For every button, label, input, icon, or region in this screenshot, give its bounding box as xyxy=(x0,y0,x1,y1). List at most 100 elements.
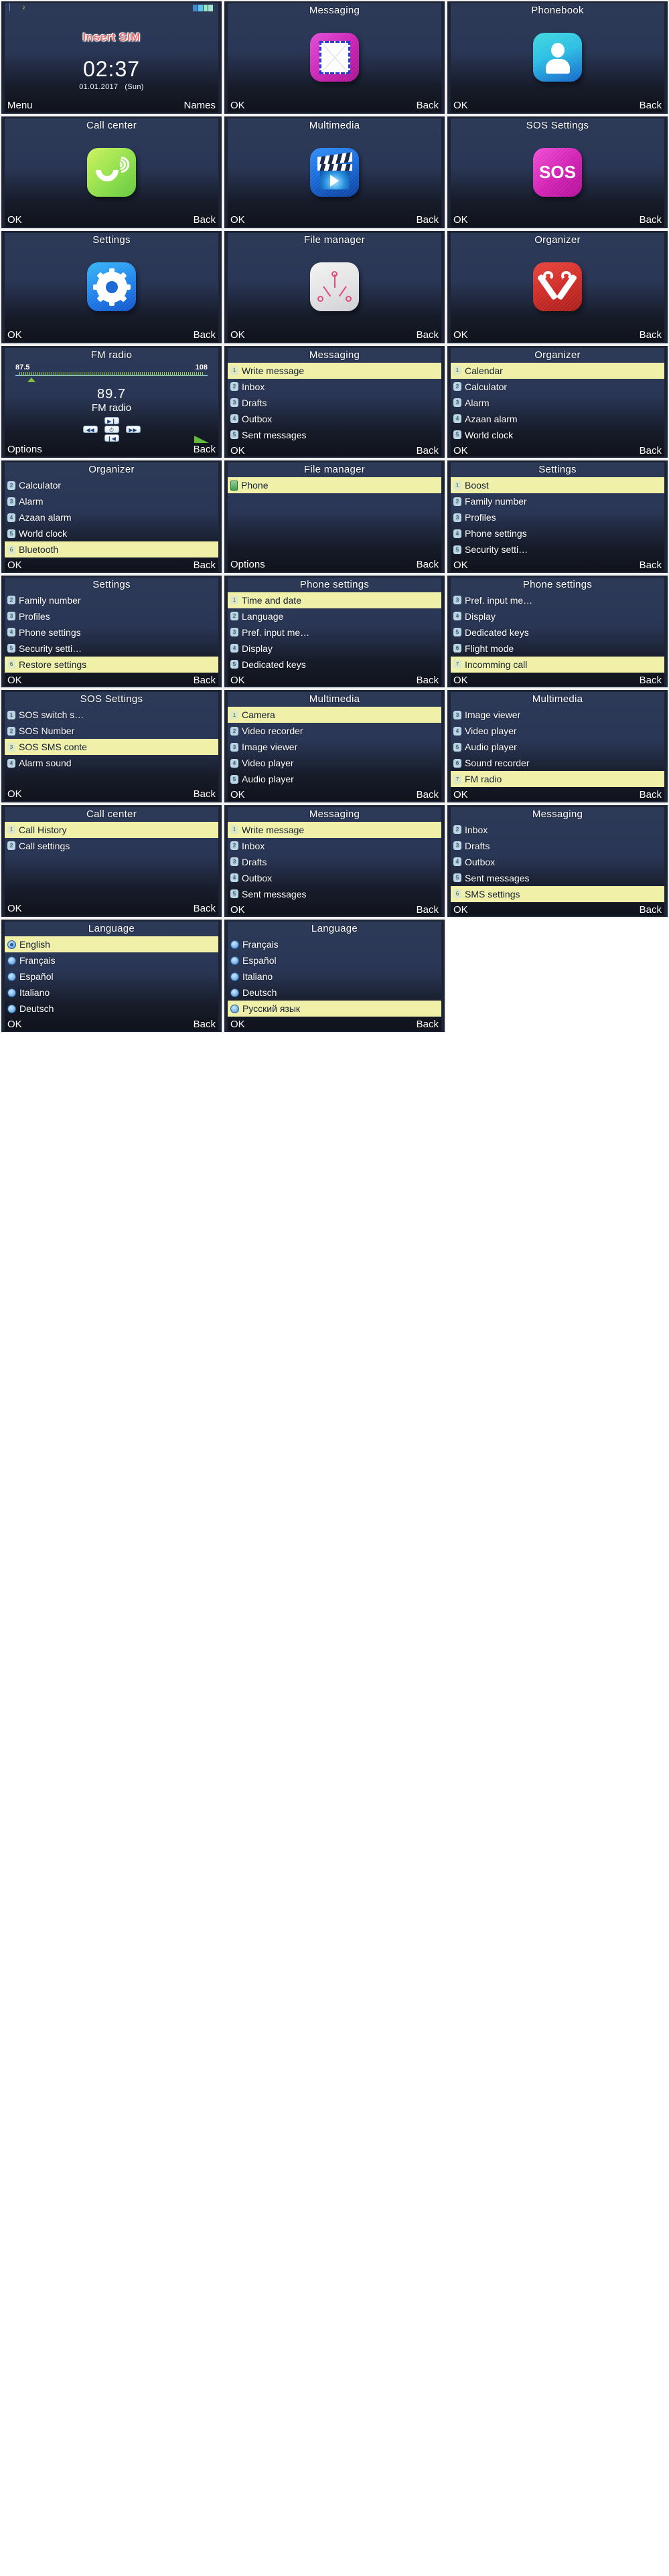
list-item[interactable]: 3 Drafts xyxy=(451,838,664,854)
list-item[interactable]: 6 Restore settings xyxy=(5,656,218,673)
left-softkey[interactable]: OK xyxy=(7,1019,22,1031)
left-softkey[interactable]: Options xyxy=(7,444,42,456)
list-item[interactable]: 4 Video player xyxy=(451,723,664,739)
list-item[interactable]: 3 Profiles xyxy=(5,608,218,624)
left-softkey[interactable]: OK xyxy=(230,445,245,457)
right-softkey[interactable]: Back xyxy=(417,214,439,226)
left-softkey[interactable]: OK xyxy=(453,214,468,226)
right-softkey[interactable]: Back xyxy=(640,904,662,916)
list-item[interactable]: 5 Audio player xyxy=(228,771,441,787)
list-item[interactable]: 4 Phone settings xyxy=(5,624,218,640)
list-item[interactable]: 5 Security setti… xyxy=(5,640,218,657)
list-item[interactable]: 7 Incomming call xyxy=(451,656,664,673)
list-item[interactable]: 3 Drafts xyxy=(228,395,441,411)
rewind-button[interactable]: ◀◀ xyxy=(82,425,98,433)
list-item[interactable]: 4 Display xyxy=(451,608,664,624)
list-item[interactable]: 3 SOS SMS conte xyxy=(5,739,218,755)
right-softkey[interactable]: Back xyxy=(640,789,662,801)
right-softkey[interactable]: Names xyxy=(183,100,216,112)
language-option[interactable]: English xyxy=(5,936,218,952)
list-item[interactable]: 5 World clock xyxy=(451,427,664,443)
fm-cursor[interactable] xyxy=(27,377,35,382)
play-pause-button[interactable]: ▶❙ xyxy=(104,416,119,424)
list-item[interactable]: 5 Dedicated keys xyxy=(451,624,664,640)
left-softkey[interactable]: OK xyxy=(453,100,468,112)
right-softkey[interactable]: Back xyxy=(640,214,662,226)
language-option[interactable]: Español xyxy=(5,968,218,984)
list-item[interactable]: 3 Image viewer xyxy=(228,739,441,755)
list-item[interactable]: 4 Azaan alarm xyxy=(451,411,664,427)
list-item[interactable]: 2 Inbox xyxy=(228,379,441,395)
right-softkey[interactable]: Back xyxy=(417,1019,439,1031)
left-softkey[interactable]: OK xyxy=(230,329,245,341)
radio-button[interactable] xyxy=(7,1004,16,1013)
left-softkey[interactable]: OK xyxy=(230,789,245,801)
list-item[interactable]: 5 World clock xyxy=(5,525,218,541)
list-item[interactable]: 4 Alarm sound xyxy=(5,755,218,771)
list-item[interactable]: Phone xyxy=(228,477,441,493)
left-softkey[interactable]: OK xyxy=(7,788,22,800)
language-option[interactable]: Español xyxy=(228,952,441,968)
language-option[interactable]: Deutsch xyxy=(228,984,441,1001)
list-item[interactable]: 2 Inbox xyxy=(228,838,441,854)
radio-button[interactable] xyxy=(7,956,16,965)
right-softkey[interactable]: Back xyxy=(417,789,439,801)
list-item[interactable]: 3 Drafts xyxy=(228,854,441,870)
list-item[interactable]: 4 Video player xyxy=(228,755,441,771)
list-item[interactable]: 3 Pref. input me… xyxy=(228,624,441,640)
right-softkey[interactable]: Back xyxy=(640,675,662,687)
right-softkey[interactable]: Back xyxy=(194,329,216,341)
fm-tuning-bar[interactable] xyxy=(15,371,208,382)
list-item[interactable]: 4 Display xyxy=(228,640,441,657)
list-item[interactable]: 1 Camera xyxy=(228,707,441,723)
list-item[interactable]: 1 Write message xyxy=(228,821,441,838)
left-softkey[interactable]: OK xyxy=(230,675,245,687)
list-item[interactable]: 6 Bluetooth xyxy=(5,541,218,557)
radio-button[interactable] xyxy=(230,1004,239,1013)
list-item[interactable]: 4 Outbox xyxy=(451,854,664,870)
list-item[interactable]: 3 Profiles xyxy=(451,509,664,525)
list-item[interactable]: 4 Phone settings xyxy=(451,525,664,541)
left-softkey[interactable]: OK xyxy=(230,1019,245,1031)
list-item[interactable]: 6 SMS settings xyxy=(451,885,664,902)
left-softkey[interactable]: OK xyxy=(7,903,22,915)
language-option[interactable]: Italiano xyxy=(5,984,218,1001)
left-softkey[interactable]: OK xyxy=(7,214,22,226)
list-item[interactable]: 7 FM radio xyxy=(451,771,664,787)
list-item[interactable]: 2 Language xyxy=(228,608,441,624)
list-item[interactable]: 1 Call History xyxy=(5,821,218,838)
right-softkey[interactable]: Back xyxy=(194,1019,216,1031)
list-item[interactable]: 5 Dedicated keys xyxy=(228,657,441,673)
radio-button[interactable] xyxy=(230,988,239,997)
power-button[interactable]: ⏻ xyxy=(104,425,119,433)
left-softkey[interactable]: OK xyxy=(7,329,22,341)
left-softkey[interactable]: OK xyxy=(453,675,468,687)
list-item[interactable]: 2 Calculator xyxy=(451,379,664,395)
list-item[interactable]: 5 Audio player xyxy=(451,739,664,755)
left-softkey[interactable]: OK xyxy=(7,675,22,687)
list-item[interactable]: 5 Sent messages xyxy=(228,427,441,443)
list-item[interactable]: 5 Sent messages xyxy=(228,886,441,902)
right-softkey[interactable]: Back xyxy=(194,444,216,456)
right-softkey[interactable]: Back xyxy=(417,559,439,571)
radio-button[interactable] xyxy=(230,940,239,949)
list-item[interactable]: 1 Write message xyxy=(228,362,441,379)
fast-forward-button[interactable]: ▶▶ xyxy=(125,425,141,433)
right-softkey[interactable]: Back xyxy=(417,445,439,457)
list-item[interactable]: 4 Outbox xyxy=(228,411,441,427)
list-item[interactable]: 4 Outbox xyxy=(228,870,441,886)
left-softkey[interactable]: Options xyxy=(230,559,265,571)
language-option[interactable]: Français xyxy=(228,936,441,952)
list-item[interactable]: 3 Alarm xyxy=(451,395,664,411)
radio-button[interactable] xyxy=(230,956,239,965)
right-softkey[interactable]: Back xyxy=(194,903,216,915)
right-softkey[interactable]: Back xyxy=(640,329,662,341)
list-item[interactable]: 1 Time and date xyxy=(228,592,441,608)
list-item[interactable]: 2 Calculator xyxy=(5,477,218,493)
left-softkey[interactable]: OK xyxy=(453,445,468,457)
language-option[interactable]: Français xyxy=(5,952,218,968)
list-item[interactable]: 3 Pref. input me… xyxy=(451,592,664,608)
radio-button[interactable] xyxy=(7,988,16,997)
list-item[interactable]: 3 Image viewer xyxy=(451,707,664,723)
left-softkey[interactable]: OK xyxy=(453,904,468,916)
